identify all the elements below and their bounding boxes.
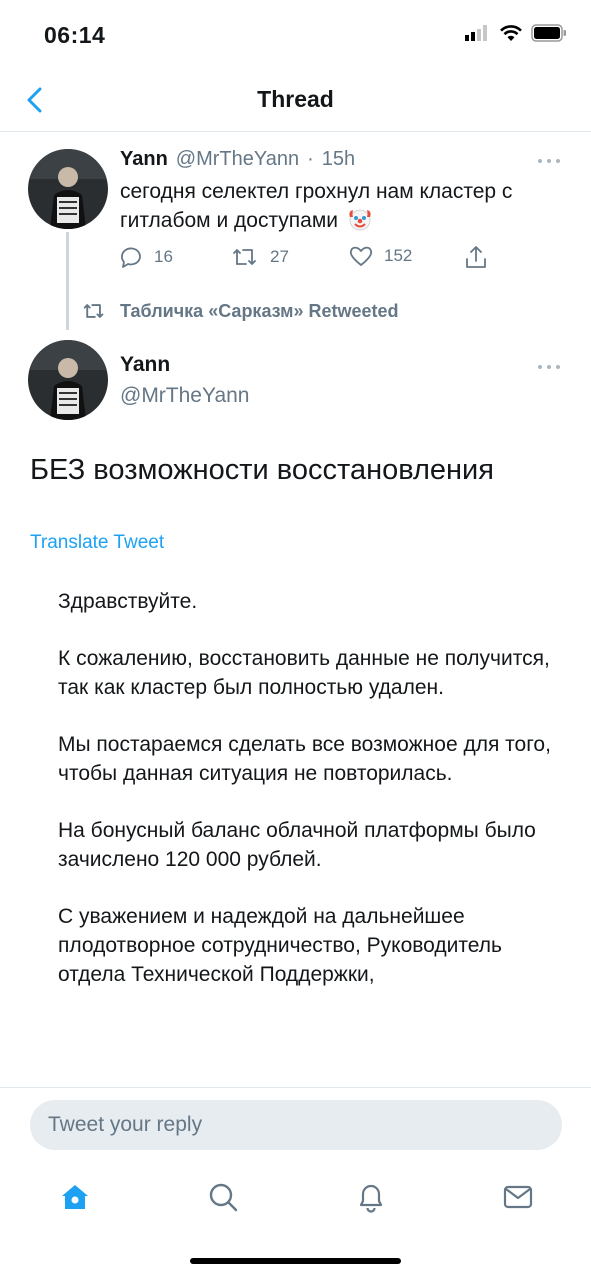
attached-image-text[interactable]: Здравствуйте. К сожалению, восстановить … xyxy=(58,587,558,1017)
letter-paragraph: На бонусный баланс облачной платформы бы… xyxy=(58,819,536,871)
more-options-icon[interactable] xyxy=(537,157,561,165)
avatar[interactable] xyxy=(28,340,108,420)
avatar-image xyxy=(28,340,108,420)
retweeted-by-label: Табличка «Сарказм» Retweeted xyxy=(120,300,399,321)
status-time: 06:14 xyxy=(44,22,106,48)
cellular-signal-icon xyxy=(465,25,487,41)
like-button[interactable]: 152 xyxy=(348,244,412,268)
notifications-icon[interactable] xyxy=(355,1181,387,1213)
translate-tweet-link[interactable]: Translate Tweet xyxy=(30,532,164,554)
tweet-header: Yann @MrTheYann · 15h xyxy=(120,148,355,171)
battery-icon xyxy=(531,24,566,42)
reply-count: 16 xyxy=(154,247,173,266)
clown-face-icon xyxy=(349,209,371,231)
tweet-actions: 16 27 152 xyxy=(118,244,498,276)
heart-icon xyxy=(349,246,373,266)
page-title: Thread xyxy=(257,86,334,112)
tab-bar xyxy=(0,1167,591,1237)
tweet-text: БЕЗ возможности восстановления xyxy=(30,454,494,486)
author-name[interactable]: Yann xyxy=(120,148,168,171)
retweet-count: 27 xyxy=(270,247,289,266)
retweet-icon xyxy=(233,249,256,265)
home-icon[interactable] xyxy=(59,1181,91,1213)
letter-paragraph: С уважением и надеждой на дальнейшее пло… xyxy=(58,905,502,986)
author-name[interactable]: Yann xyxy=(120,353,170,377)
search-icon[interactable] xyxy=(207,1181,239,1213)
home-indicator[interactable] xyxy=(190,1258,401,1264)
retweet-icon xyxy=(83,304,104,318)
status-icons xyxy=(465,24,567,42)
author-handle[interactable]: @MrTheYann xyxy=(176,148,299,171)
retweeted-by[interactable]: Табличка «Сарказм» Retweeted xyxy=(80,300,399,322)
status-bar: 06:14 xyxy=(0,0,591,70)
dot-separator: · xyxy=(307,148,314,170)
share-icon xyxy=(466,246,486,268)
messages-icon[interactable] xyxy=(502,1181,534,1213)
reply-icon xyxy=(121,247,141,268)
like-count: 152 xyxy=(384,246,413,265)
navigation-bar: Thread xyxy=(0,70,591,132)
tweet-text-content: сегодня селектел грохнул нам кластер с г… xyxy=(120,180,513,232)
thread-content[interactable]: Yann @MrTheYann · 15h сегодня селектел г… xyxy=(0,132,591,1087)
tweet-text: сегодня селектел грохнул нам кластер с г… xyxy=(120,177,570,235)
thread-connector xyxy=(66,232,69,330)
letter-paragraph: Здравствуйте. xyxy=(58,590,198,613)
reply-input[interactable]: Tweet your reply xyxy=(30,1100,562,1150)
avatar[interactable] xyxy=(28,149,108,229)
author-handle[interactable]: @MrTheYann xyxy=(120,384,249,408)
letter-paragraph: Мы постараемся сделать все возможное для… xyxy=(58,733,551,785)
letter-paragraph: К сожалению, восстановить данные не полу… xyxy=(58,647,550,699)
wifi-icon xyxy=(500,25,522,41)
reply-bar: Tweet your reply xyxy=(0,1087,591,1167)
more-options-icon[interactable] xyxy=(537,363,561,371)
share-button[interactable] xyxy=(463,244,489,270)
reply-placeholder: Tweet your reply xyxy=(48,1113,203,1136)
retweet-button[interactable]: 27 xyxy=(230,244,289,270)
reply-button[interactable]: 16 xyxy=(118,244,173,270)
avatar-image xyxy=(28,149,108,229)
tweet-time: 15h xyxy=(321,148,356,170)
